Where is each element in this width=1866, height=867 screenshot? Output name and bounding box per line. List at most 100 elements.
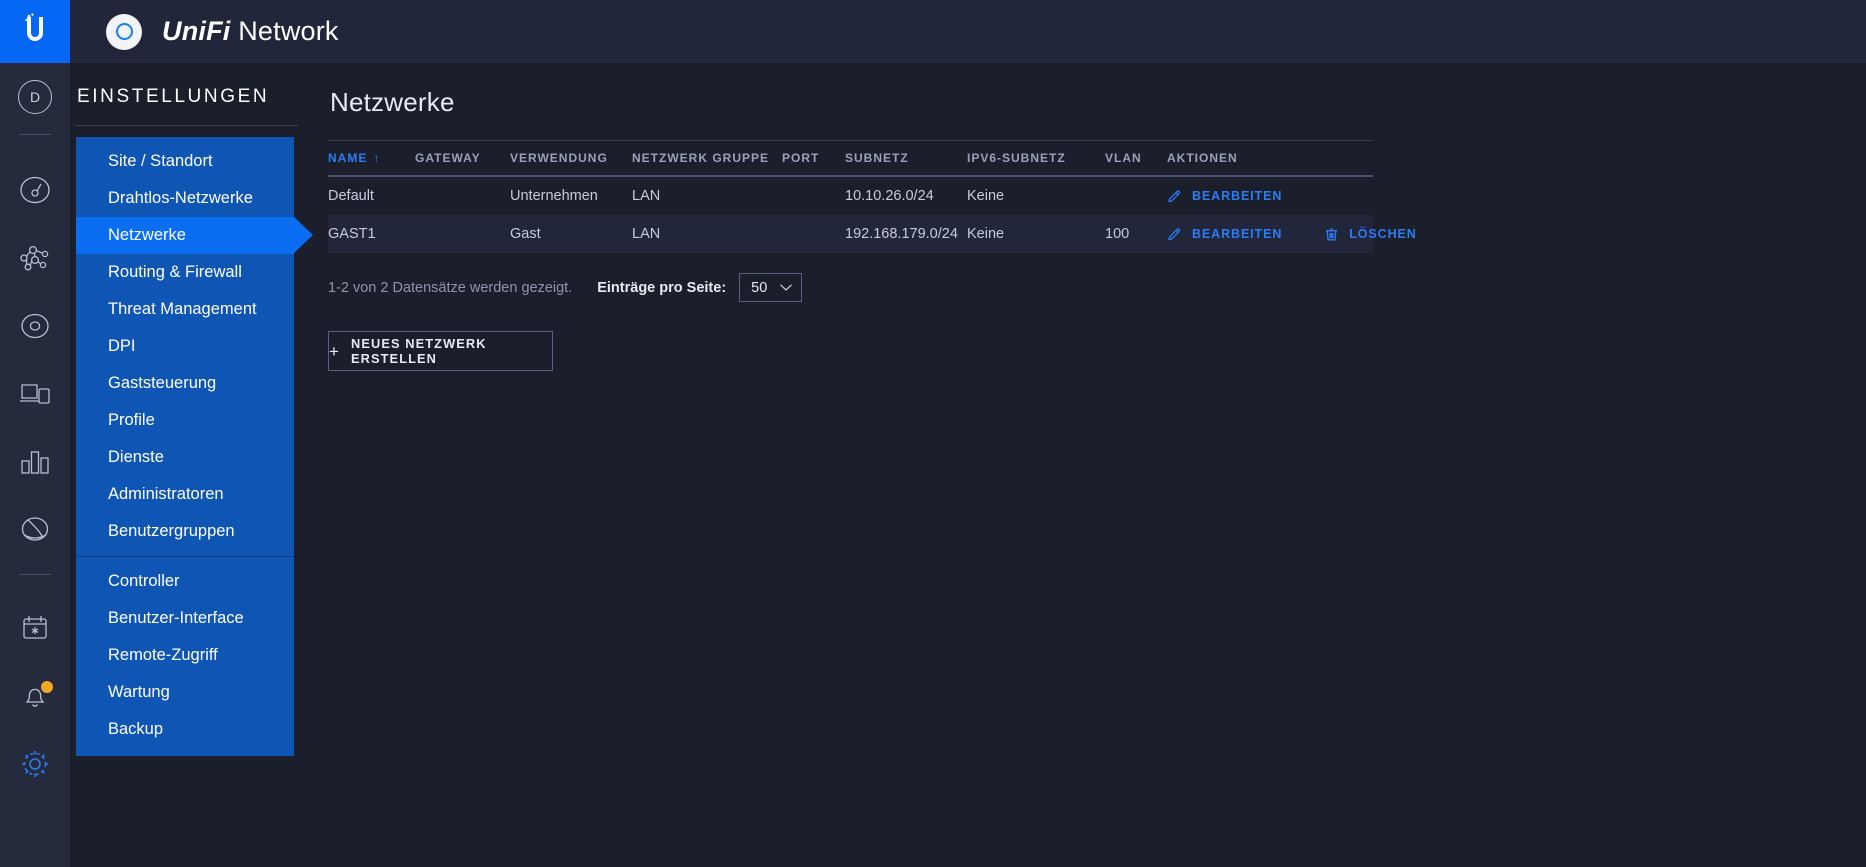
settings-item-profiles[interactable]: Profile: [76, 402, 294, 439]
brand-title: UniFi Network: [162, 16, 339, 47]
settings-item-label: Routing & Firewall: [108, 263, 242, 281]
plus-icon: +: [329, 341, 341, 361]
cell-name: Default: [328, 188, 374, 204]
settings-menu: Site / Standort Drahtlos-Netzwerke Netzw…: [76, 137, 313, 756]
cell-ipv6-subnetz: Keine: [967, 226, 1005, 242]
column-header-aktionen: AKTIONEN: [1167, 151, 1238, 165]
alerts-badge: [41, 681, 53, 693]
networks-table: NAME ↑ GATEWAY VERWENDUNG NETZWERK GRUPP…: [328, 141, 1416, 253]
settings-item-label: Site / Standort: [108, 152, 213, 170]
settings-item-networks[interactable]: Netzwerke: [76, 217, 313, 254]
rail-item-insights[interactable]: [0, 502, 70, 558]
rail-item-dashboard[interactable]: [0, 162, 70, 218]
gauge-icon: [18, 173, 52, 207]
rail-item-account[interactable]: D: [0, 69, 70, 125]
gear-icon: [19, 748, 51, 780]
column-header-name[interactable]: NAME ↑: [328, 151, 415, 165]
top-bar: UniFi Network: [0, 0, 1866, 63]
settings-item-wireless-networks[interactable]: Drahtlos-Netzwerke: [76, 180, 294, 217]
delete-network-label: LÖSCHEN: [1349, 227, 1417, 241]
main-content: Netzwerke NAME ↑ GATEWAY VERWENDUNG NETZ…: [328, 63, 1866, 867]
pager-per-page-label: Einträge pro Seite:: [597, 279, 727, 296]
settings-item-label: Backup: [108, 720, 164, 738]
settings-item-guest-control[interactable]: Gaststeuerung: [76, 365, 294, 402]
column-header-subnetz[interactable]: SUBNETZ: [845, 151, 967, 165]
table-pager: 1-2 von 2 Datensätze werden gezeigt. Ein…: [328, 273, 1866, 302]
cell-aktionen: BEARBEITEN: [1167, 189, 1373, 204]
cell-subnetz: 192.168.179.0/24: [845, 226, 958, 242]
rail-divider-bottom: [19, 574, 51, 575]
edit-network-label: BEARBEITEN: [1192, 189, 1283, 203]
clients-icon: [18, 380, 52, 408]
settings-item-label: Wartung: [108, 683, 170, 701]
settings-item-threat-management[interactable]: Threat Management: [76, 291, 294, 328]
cell-subnetz: 10.10.26.0/24: [845, 188, 934, 204]
settings-item-remote-access[interactable]: Remote-Zugriff: [76, 637, 294, 674]
rail-item-topology[interactable]: [0, 230, 70, 286]
column-header-verwendung[interactable]: VERWENDUNG: [510, 151, 632, 165]
column-header-ipv6-subnetz[interactable]: IPV6-SUBNETZ: [967, 151, 1105, 165]
cell-aktionen: BEARBEITEN LÖSCHEN: [1167, 227, 1417, 242]
ubiquiti-logo-icon: [22, 13, 48, 51]
settings-menu-divider: [76, 556, 294, 557]
rail-item-alerts[interactable]: [0, 668, 70, 724]
settings-item-maintenance[interactable]: Wartung: [76, 674, 294, 711]
create-network-label: NEUES NETZWERK ERSTELLEN: [351, 336, 487, 366]
rail-item-settings[interactable]: [0, 736, 70, 792]
table-row[interactable]: GAST1 Gast LAN 192.168.179.0/24 Keine 10…: [328, 215, 1416, 253]
trash-icon: [1324, 227, 1339, 242]
rail-item-clients[interactable]: [0, 366, 70, 422]
column-header-port[interactable]: PORT: [782, 151, 845, 165]
bar-chart-icon: [19, 448, 51, 476]
create-network-button[interactable]: + NEUES NETZWERK ERSTELLEN: [328, 331, 553, 371]
settings-item-label: Controller: [108, 572, 180, 590]
cell-netzwerk-gruppe: LAN: [632, 188, 661, 204]
column-header-vlan[interactable]: VLAN: [1105, 151, 1167, 165]
settings-item-label: Gaststeuerung: [108, 374, 217, 392]
unifi-network-app: UniFi Network D EINSTELLUNGEN Site / Sta…: [0, 0, 1866, 867]
per-page-select[interactable]: 50: [739, 273, 803, 302]
settings-item-site[interactable]: Site / Standort: [76, 143, 294, 180]
edit-network-button[interactable]: BEARBEITEN: [1167, 227, 1282, 242]
settings-item-label: Netzwerke: [108, 226, 186, 244]
edit-network-button[interactable]: BEARBEITEN: [1167, 189, 1282, 204]
settings-item-label: Dienste: [108, 448, 164, 466]
brand: UniFi Network: [106, 13, 339, 50]
delete-network-button[interactable]: LÖSCHEN: [1324, 227, 1416, 242]
brand-product: Network: [238, 16, 339, 46]
pencil-icon: [1167, 189, 1182, 204]
table-header-row: NAME ↑ GATEWAY VERWENDUNG NETZWERK GRUPP…: [328, 141, 1373, 175]
cell-verwendung: Unternehmen: [510, 188, 598, 204]
column-header-name-label: NAME: [328, 151, 368, 165]
settings-item-services[interactable]: Dienste: [76, 439, 294, 476]
settings-item-label: Benutzer-Interface: [108, 609, 244, 627]
settings-item-controller[interactable]: Controller: [76, 563, 294, 600]
device-circle-icon: [18, 311, 52, 341]
user-avatar-icon: D: [18, 80, 52, 114]
settings-item-backup[interactable]: Backup: [76, 711, 294, 748]
settings-panel: EINSTELLUNGEN Site / Standort Drahtlos-N…: [70, 63, 328, 867]
sort-ascending-icon: ↑: [373, 151, 381, 165]
settings-item-admins[interactable]: Administratoren: [76, 476, 294, 513]
table-row[interactable]: Default Unternehmen LAN 10.10.26.0/24 Ke…: [328, 177, 1373, 215]
topology-icon: [17, 243, 53, 273]
column-header-netzwerk-gruppe[interactable]: NETZWERK GRUPPE: [632, 151, 782, 165]
rail-divider-top: [19, 134, 51, 135]
settings-item-routing-firewall[interactable]: Routing & Firewall: [76, 254, 294, 291]
edit-network-label: BEARBEITEN: [1192, 227, 1283, 241]
column-header-gateway[interactable]: GATEWAY: [415, 151, 510, 165]
rail-item-statistics[interactable]: [0, 434, 70, 490]
settings-item-user-groups[interactable]: Benutzergruppen: [76, 513, 294, 550]
globe-icon: [18, 515, 52, 545]
settings-item-user-interface[interactable]: Benutzer-Interface: [76, 600, 294, 637]
ubiquiti-logo-button[interactable]: [0, 0, 70, 63]
settings-item-dpi[interactable]: DPI: [76, 328, 294, 365]
settings-item-label: Profile: [108, 411, 155, 429]
settings-heading: EINSTELLUNGEN: [77, 86, 270, 107]
settings-item-label: Remote-Zugriff: [108, 646, 218, 664]
rail-item-events[interactable]: [0, 600, 70, 656]
brand-unifi: UniFi: [162, 16, 231, 46]
rail-item-devices[interactable]: [0, 298, 70, 354]
per-page-value: 50: [751, 279, 768, 296]
settings-item-label: DPI: [108, 337, 136, 355]
